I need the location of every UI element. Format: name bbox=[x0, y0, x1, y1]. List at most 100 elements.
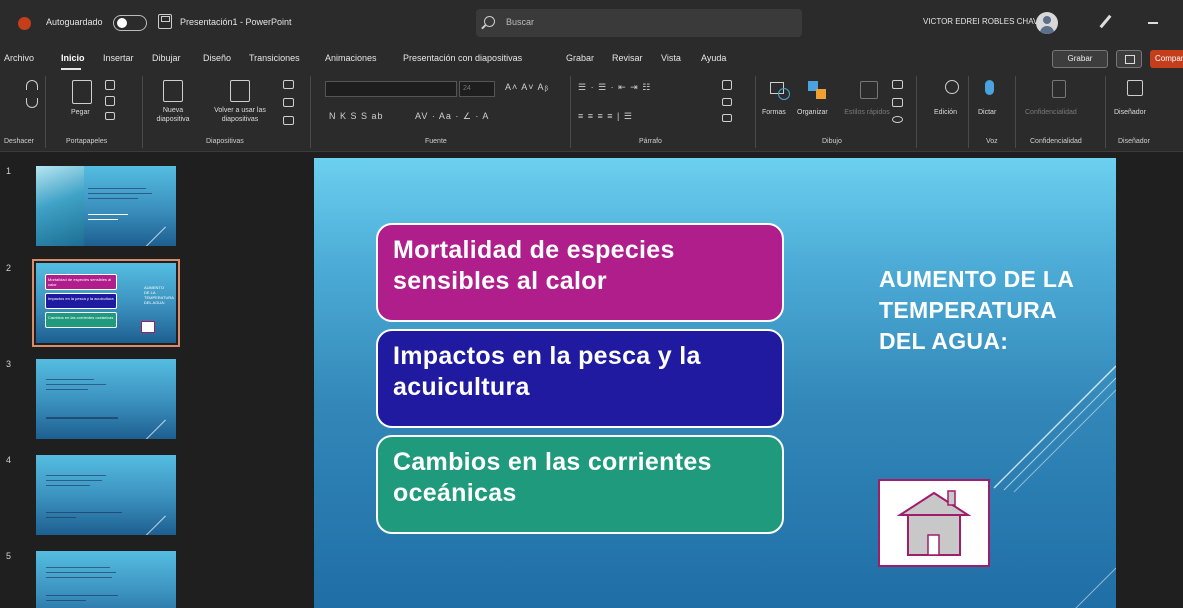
slide-thumbnail-4[interactable] bbox=[36, 455, 176, 535]
house-image-frame[interactable] bbox=[878, 479, 990, 567]
group-drawing-label: Dibujo bbox=[822, 138, 842, 145]
paste-icon[interactable] bbox=[72, 80, 92, 104]
sensitivity-icon[interactable] bbox=[1052, 80, 1066, 98]
pen-icon[interactable] bbox=[1099, 14, 1112, 29]
thumbnail-text bbox=[88, 198, 138, 199]
align-icons[interactable]: ≡ ≡ ≡ ≡ | ☰ bbox=[578, 111, 633, 122]
tab-presentacion[interactable]: Presentación con diapositivas bbox=[403, 53, 522, 63]
thumbnail-text bbox=[46, 389, 88, 390]
thumbnail-text bbox=[46, 567, 110, 568]
undo-icon[interactable] bbox=[26, 80, 38, 90]
tab-vista[interactable]: Vista bbox=[661, 53, 681, 63]
layout-icon[interactable] bbox=[283, 80, 294, 89]
shape-outline-icon[interactable] bbox=[892, 98, 903, 107]
slide-canvas[interactable]: Mortalidad de especies sensibles al calo… bbox=[314, 158, 1116, 608]
house-icon bbox=[896, 490, 972, 556]
editing-label[interactable]: Edición bbox=[934, 108, 957, 117]
thumbnail-title: AUMENTO DE LA TEMPERATURA DEL AGUA: bbox=[144, 285, 174, 305]
list-icons[interactable]: ☰ · ☰ · ⇤ ⇥ ☷ bbox=[578, 82, 651, 93]
thumbnail-number: 5 bbox=[6, 551, 12, 561]
tab-transiciones[interactable]: Transiciones bbox=[249, 53, 300, 63]
group-undo-label: Deshacer bbox=[4, 138, 34, 145]
group-separator bbox=[310, 76, 311, 148]
title-bar: Autoguardado Presentación1 - PowerPoint … bbox=[0, 0, 1183, 46]
thumbnail-number: 1 bbox=[6, 166, 12, 176]
save-icon[interactable] bbox=[158, 14, 172, 29]
user-avatar[interactable] bbox=[1036, 12, 1058, 34]
slide-thumbnail-2[interactable]: Mortalidad de especies sensibles al calo… bbox=[32, 259, 180, 347]
reuse-slides-icon[interactable] bbox=[230, 80, 250, 102]
font-size-field[interactable]: 24 bbox=[459, 81, 495, 97]
designer-label: Diseñador bbox=[1114, 109, 1146, 116]
slide-thumbnail-1[interactable] bbox=[36, 166, 176, 246]
group-voice-label: Voz bbox=[986, 138, 998, 145]
comments-button[interactable] bbox=[1116, 50, 1142, 68]
shape-effects-icon[interactable] bbox=[892, 116, 903, 123]
thumbnail-number: 4 bbox=[6, 455, 12, 465]
user-name: VICTOR EDREI ROBLES CHAVEZ bbox=[923, 17, 1049, 26]
thumbnail-text bbox=[46, 379, 94, 380]
font-grow-shrink-icon[interactable]: A˄ A˅ Aᵦ bbox=[505, 82, 549, 92]
powerpoint-logo-icon bbox=[18, 17, 31, 30]
shapes-label: Formas bbox=[762, 109, 786, 116]
find-icon[interactable] bbox=[945, 80, 959, 94]
font-name-field[interactable] bbox=[325, 81, 457, 97]
copy-icon[interactable] bbox=[105, 96, 115, 106]
new-slide-icon[interactable] bbox=[163, 80, 183, 102]
reuse-slides-label: Volver a usar las diapositivas bbox=[214, 107, 266, 123]
group-separator bbox=[1015, 76, 1016, 148]
tab-inicio[interactable]: Inicio bbox=[61, 53, 85, 63]
slide-title[interactable]: AUMENTO DE LA TEMPERATURA DEL AGUA: bbox=[879, 264, 1079, 357]
tab-ayuda[interactable]: Ayuda bbox=[701, 53, 726, 63]
shapes-circle-icon[interactable] bbox=[778, 88, 790, 100]
thumbnail-box: Cambios en las corrientes oceánicas bbox=[45, 312, 117, 328]
redo-icon[interactable] bbox=[26, 98, 38, 108]
slide-thumbnail-3[interactable] bbox=[36, 359, 176, 439]
thumbnail-decoration bbox=[144, 226, 166, 246]
tab-dibujar[interactable]: Dibujar bbox=[152, 53, 181, 63]
thumbnail-text bbox=[46, 384, 106, 385]
tab-grabar[interactable]: Grabar bbox=[566, 53, 594, 63]
search-icon bbox=[484, 16, 495, 27]
active-tab-indicator bbox=[61, 68, 81, 70]
format-painter-icon[interactable] bbox=[105, 112, 115, 120]
thumbnail-text bbox=[46, 485, 90, 486]
autosave-toggle[interactable] bbox=[113, 15, 147, 31]
ocean-currents-box[interactable]: Cambios en las corrientes oceánicas bbox=[376, 435, 784, 534]
microphone-icon[interactable] bbox=[985, 80, 994, 95]
text-direction-icon[interactable] bbox=[722, 80, 732, 90]
tab-insertar[interactable]: Insertar bbox=[103, 53, 134, 63]
group-paragraph-label: Párrafo bbox=[639, 138, 662, 145]
tab-animaciones[interactable]: Animaciones bbox=[325, 53, 377, 63]
group-separator bbox=[142, 76, 143, 148]
tab-revisar[interactable]: Revisar bbox=[612, 53, 643, 63]
group-sensitivity-label: Confidencialidad bbox=[1030, 138, 1082, 145]
thumbnail-text bbox=[88, 219, 118, 220]
group-slides-label: Diapositivas bbox=[206, 138, 244, 145]
designer-icon[interactable] bbox=[1127, 80, 1143, 96]
minimize-icon[interactable] bbox=[1148, 22, 1158, 24]
reset-icon[interactable] bbox=[283, 98, 294, 107]
mortality-box[interactable]: Mortalidad de especies sensibles al calo… bbox=[376, 223, 784, 322]
record-button[interactable]: Grabar bbox=[1052, 50, 1108, 68]
search-box[interactable]: Buscar bbox=[476, 9, 802, 37]
thumbnail-text bbox=[46, 512, 122, 513]
arrange-icon-back bbox=[816, 89, 826, 99]
ribbon: Deshacer Pegar Portapapeles Nueva diapos… bbox=[0, 72, 1183, 152]
quick-styles-icon[interactable] bbox=[860, 81, 878, 99]
smartart-icon[interactable] bbox=[722, 114, 732, 122]
thumbnail-text bbox=[46, 595, 118, 596]
cut-icon[interactable] bbox=[105, 80, 115, 90]
align-text-icon[interactable] bbox=[722, 98, 732, 106]
font-format-buttons[interactable]: N K S S ab bbox=[329, 111, 384, 121]
fishing-impacts-box[interactable]: Impactos en la pesca y la acuicultura bbox=[376, 329, 784, 428]
shape-fill-icon[interactable] bbox=[892, 80, 903, 89]
share-button[interactable]: Compartir bbox=[1150, 50, 1183, 68]
section-icon[interactable] bbox=[283, 116, 294, 125]
tab-archivo[interactable]: Archivo bbox=[4, 53, 34, 63]
tab-diseno[interactable]: Diseño bbox=[203, 53, 231, 63]
font-color-icons[interactable]: AV · Aa · ∠ · A bbox=[415, 111, 489, 122]
search-placeholder: Buscar bbox=[506, 17, 535, 27]
slide-thumbnail-5[interactable] bbox=[36, 551, 176, 608]
dictate-label: Dictar bbox=[978, 109, 997, 116]
